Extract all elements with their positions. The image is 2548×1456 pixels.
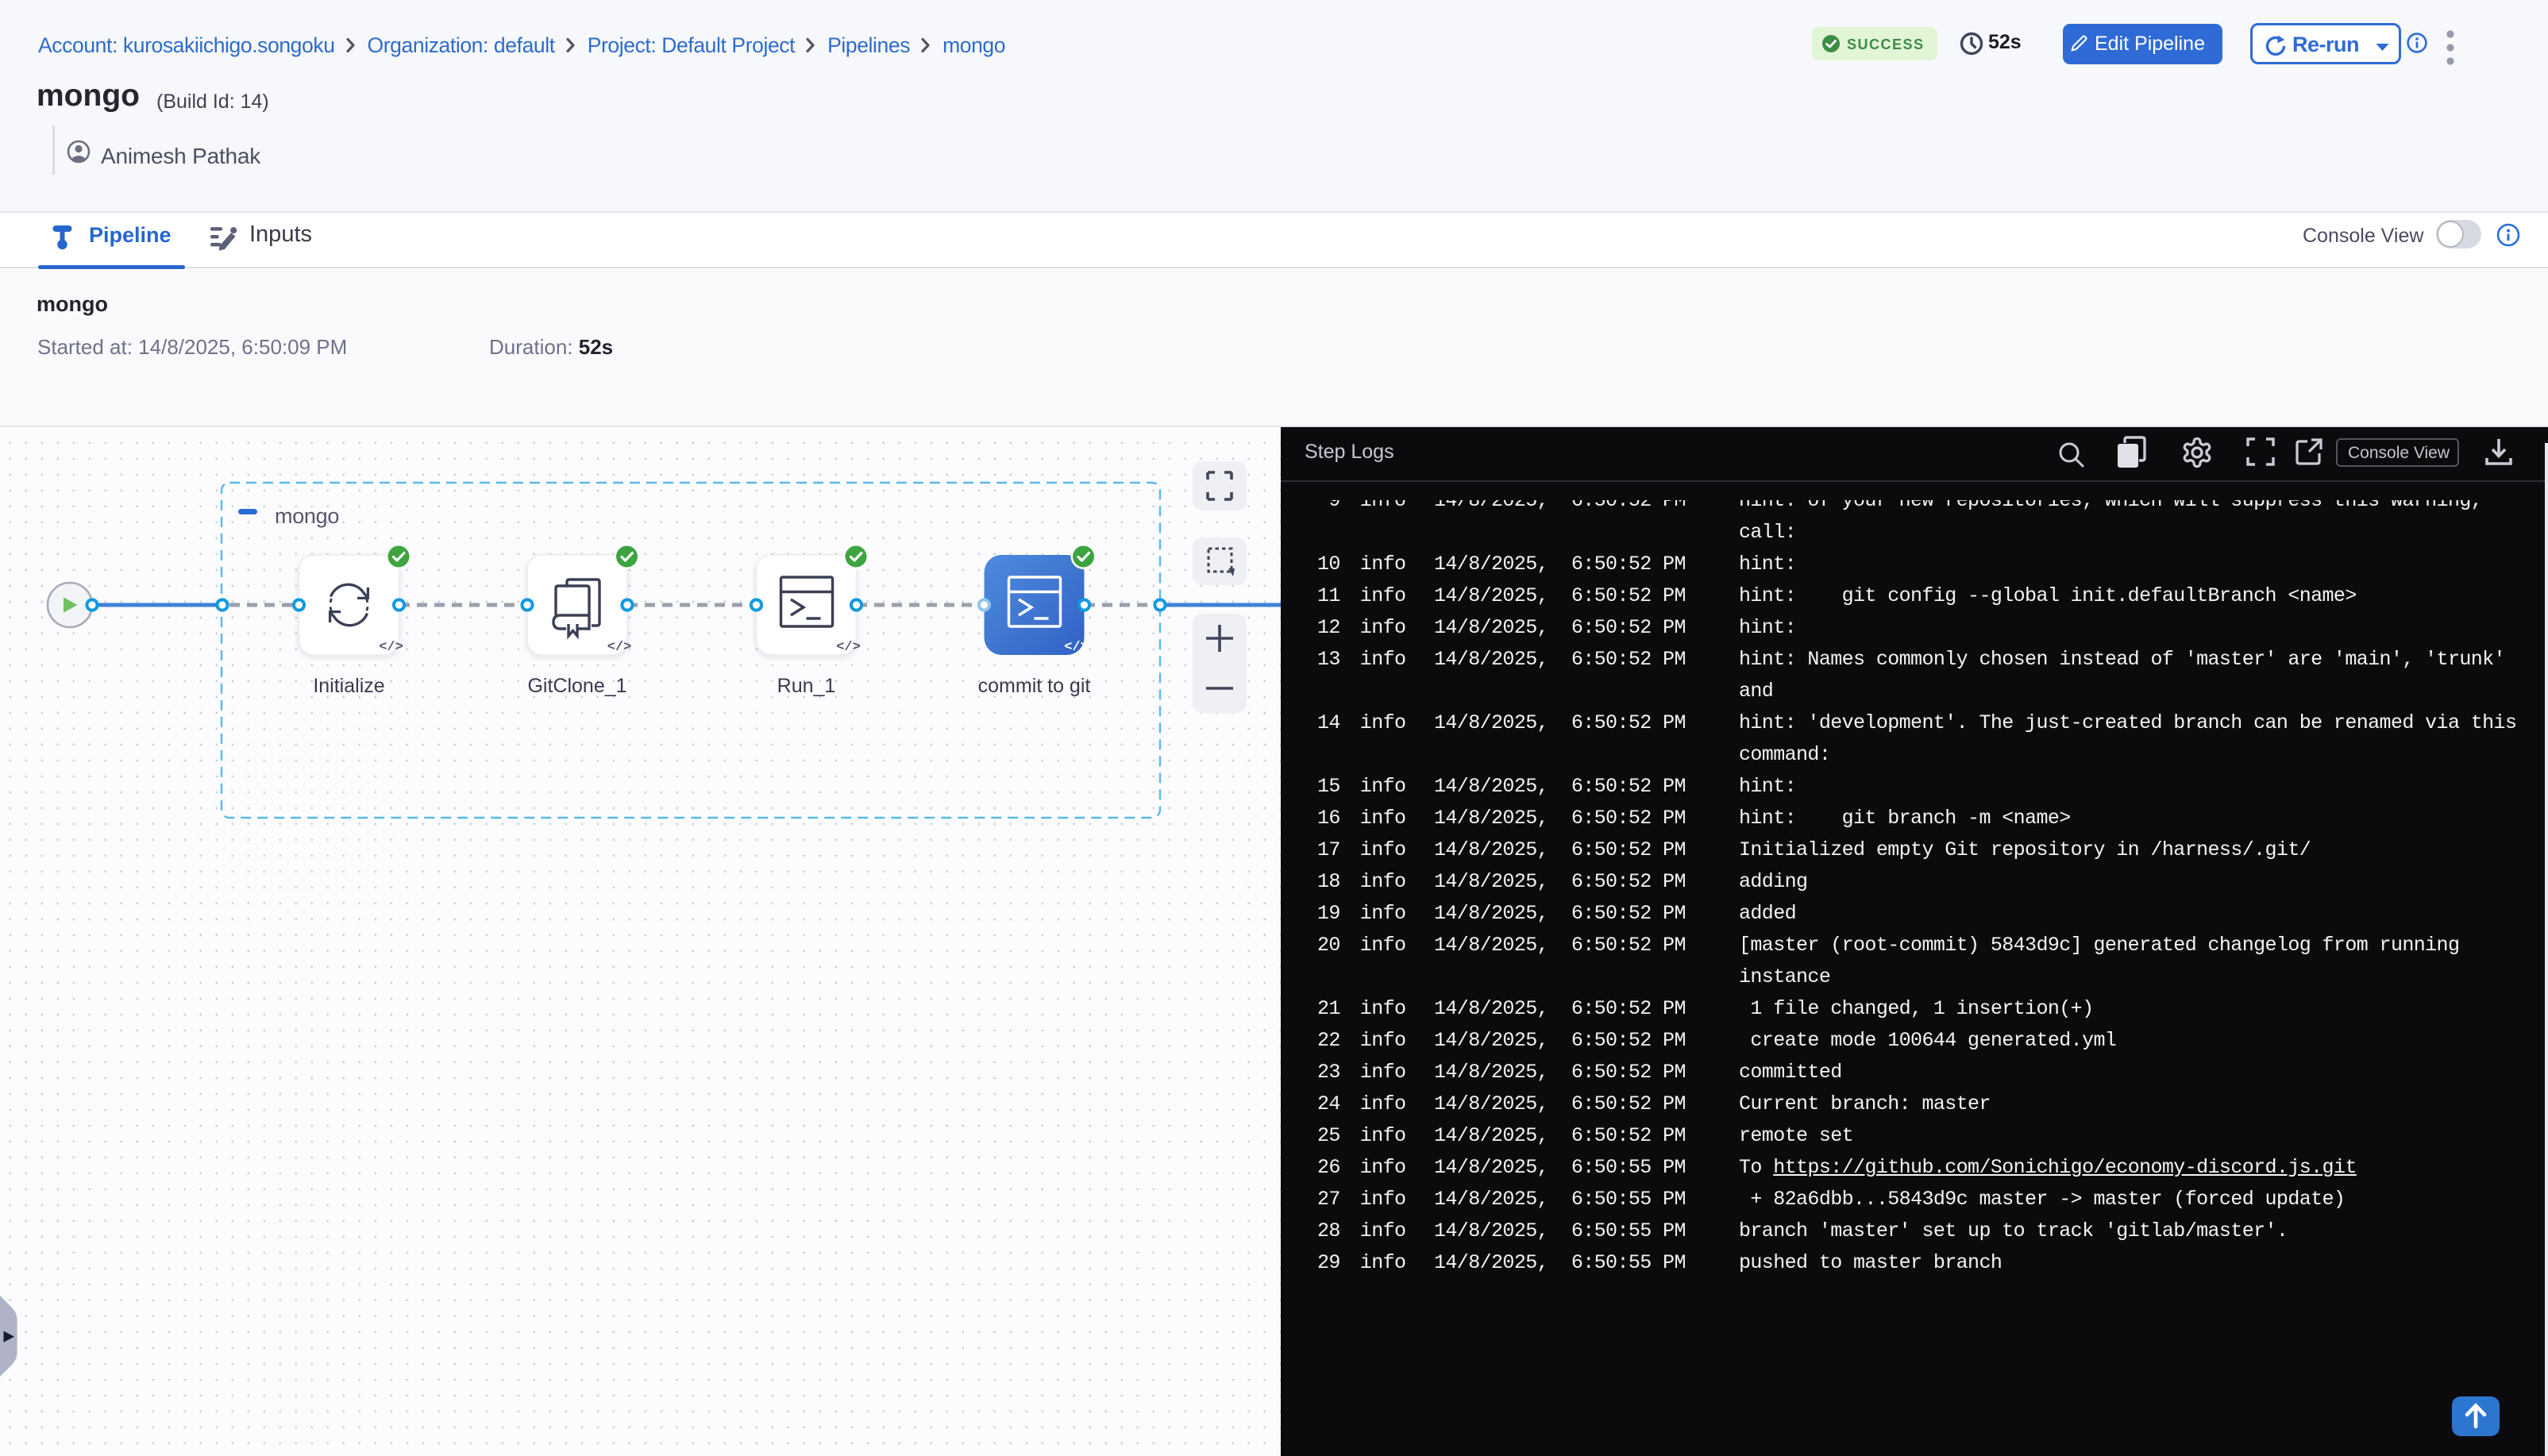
svg-text:</>: </>	[1064, 640, 1089, 655]
svg-text:</>: </>	[379, 640, 403, 655]
svg-text:</>: </>	[836, 640, 861, 655]
svg-text:GitClone_1: GitClone_1	[527, 675, 626, 697]
svg-text:mongo: mongo	[275, 504, 339, 528]
svg-text:Run_1: Run_1	[777, 675, 836, 697]
svg-text:</>: </>	[607, 640, 632, 655]
svg-text:Initialize: Initialize	[313, 675, 384, 697]
svg-text:commit to git: commit to git	[978, 675, 1091, 697]
